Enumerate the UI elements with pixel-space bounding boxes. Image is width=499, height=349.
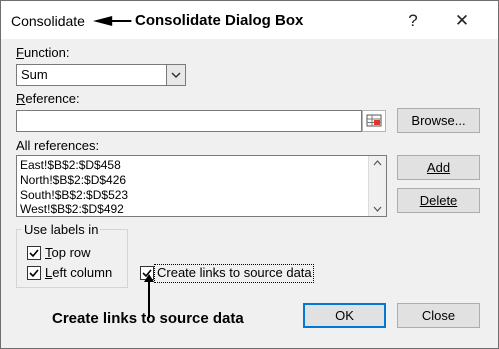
function-value: Sum: [21, 67, 48, 82]
list-item[interactable]: West!$B$2:$D$492: [20, 202, 124, 216]
create-links-label: Create links to source data: [157, 265, 312, 280]
range-picker-icon[interactable]: [362, 110, 386, 132]
chevron-down-icon[interactable]: [166, 65, 185, 85]
ok-button[interactable]: OK: [303, 303, 386, 328]
list-item[interactable]: East!$B$2:$D$458: [20, 158, 121, 172]
close-button[interactable]: Close: [397, 303, 480, 328]
reference-label: Reference:: [16, 91, 80, 106]
browse-button[interactable]: Browse...: [397, 108, 480, 133]
checkmark-icon: [29, 269, 39, 278]
dialog-titlebar: Consolidate Consolidate Dialog Box ? ✕: [1, 1, 498, 39]
annotation-dialog-label: Consolidate Dialog Box: [135, 12, 304, 29]
function-select[interactable]: Sum: [16, 64, 186, 86]
dialog-title: Consolidate: [11, 13, 85, 29]
help-button[interactable]: ?: [399, 9, 427, 33]
reference-input[interactable]: [16, 110, 362, 132]
references-listbox[interactable]: East!$B$2:$D$458 North!$B$2:$D$426 South…: [16, 155, 387, 217]
listbox-scrollbar[interactable]: [368, 156, 386, 216]
scroll-down-icon: [373, 206, 382, 212]
scroll-up-icon: [373, 160, 382, 166]
left-column-label: Left column: [45, 265, 113, 280]
use-labels-title: Use labels in: [22, 222, 101, 237]
delete-button[interactable]: Delete: [397, 188, 480, 213]
top-row-label: Top row: [45, 245, 91, 260]
annotation-links-label: Create links to source data: [52, 310, 244, 327]
checkmark-icon: [29, 249, 39, 258]
left-column-checkbox[interactable]: [27, 266, 41, 280]
close-x-button[interactable]: ✕: [448, 9, 476, 33]
list-item[interactable]: South!$B$2:$D$523: [20, 188, 128, 202]
top-row-checkbox[interactable]: [27, 246, 41, 260]
list-item[interactable]: North!$B$2:$D$426: [20, 173, 126, 187]
all-references-label: All references:: [16, 138, 100, 153]
add-button[interactable]: Add: [397, 155, 480, 180]
function-label: Function:: [16, 45, 70, 60]
